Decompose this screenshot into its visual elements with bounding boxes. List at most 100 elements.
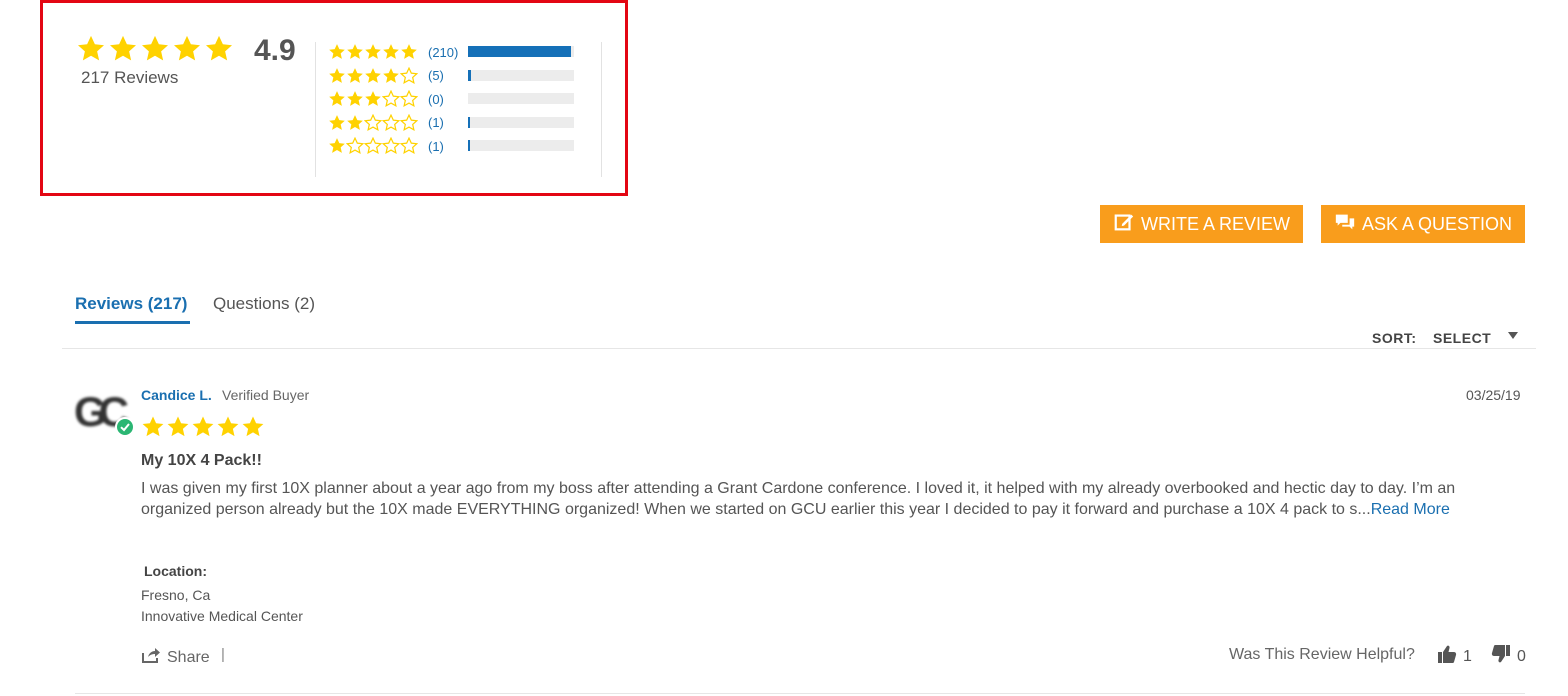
ask-question-button[interactable]: ASK A QUESTION <box>1321 205 1525 243</box>
star-empty-icon <box>400 113 418 131</box>
histogram-row-2-star[interactable]: (1) <box>328 113 588 133</box>
chat-icon <box>1334 211 1356 238</box>
star-empty-icon <box>382 90 400 108</box>
star-filled-icon <box>347 91 363 106</box>
histogram-row-1-star[interactable]: (1) <box>328 136 588 156</box>
star-filled-icon <box>110 35 136 61</box>
active-tab-indicator <box>75 321 190 324</box>
histogram-count: (1) <box>428 138 444 154</box>
chevron-down-icon[interactable] <box>1508 332 1518 339</box>
star-filled-icon <box>401 44 417 59</box>
review-body: I was given my first 10X planner about a… <box>141 478 1511 520</box>
star-filled-icon <box>365 67 381 83</box>
star-empty-icon <box>346 137 364 155</box>
total-reviews-count: 217 Reviews <box>81 68 179 87</box>
star-filled-icon <box>206 35 232 61</box>
share-label: Share <box>167 648 210 666</box>
star-filled-icon <box>383 67 399 83</box>
star-filled-icon <box>167 416 189 437</box>
summary-divider-right <box>601 42 602 177</box>
star-empty-icon <box>400 90 418 108</box>
share-separator: | <box>221 646 225 663</box>
thumbs-up-icon <box>1437 644 1457 669</box>
tab-questions[interactable]: Questions (2) <box>213 294 315 314</box>
star-filled-icon <box>142 35 168 61</box>
helpful-prompt: Was This Review Helpful? <box>1229 646 1415 663</box>
star-filled-icon <box>365 44 381 59</box>
star-filled-icon <box>329 67 345 83</box>
star-empty-icon <box>382 137 400 155</box>
section-divider <box>62 348 1536 349</box>
verified-buyer-label: Verified Buyer <box>222 387 310 403</box>
average-rating: 4.9 <box>254 34 296 67</box>
histogram-row-4-star[interactable]: (5) <box>328 66 588 86</box>
average-rating-stars <box>76 34 234 64</box>
tab-reviews[interactable]: Reviews (217) <box>75 294 187 314</box>
histogram-bar <box>468 93 574 104</box>
star-filled-icon <box>329 138 345 153</box>
histogram-row-3-star[interactable]: (0) <box>328 89 588 109</box>
star-empty-icon <box>364 113 382 131</box>
write-review-button[interactable]: WRITE A REVIEW <box>1100 205 1303 243</box>
histogram-bar-fill <box>468 46 571 57</box>
share-button[interactable]: Share <box>141 646 210 669</box>
review-date: 03/25/19 <box>1466 387 1521 403</box>
reviewer-name[interactable]: Candice L. <box>141 387 212 403</box>
star-filled-icon <box>174 35 200 61</box>
edit-icon <box>1113 211 1135 238</box>
avatar-initials: GC <box>74 388 129 435</box>
histogram-stars <box>328 90 422 108</box>
sort-select[interactable]: SELECT <box>1433 330 1491 346</box>
sort-label: SORT: <box>1372 330 1417 346</box>
star-filled-icon <box>192 416 214 437</box>
histogram-stars <box>328 113 422 132</box>
star-filled-icon <box>78 35 104 61</box>
star-empty-icon <box>364 137 382 155</box>
review-text: I was given my first 10X planner about a… <box>141 480 1456 518</box>
check-circle-icon <box>115 417 135 437</box>
histogram-bar <box>468 46 574 57</box>
ask-question-label: ASK A QUESTION <box>1361 213 1513 234</box>
write-review-label: WRITE A REVIEW <box>1140 213 1291 234</box>
review-divider <box>75 693 1525 694</box>
helpful-yes-button[interactable]: 1 <box>1437 644 1472 669</box>
histogram-row-5-star[interactable]: (210) <box>328 42 588 62</box>
histogram-stars <box>328 66 422 85</box>
histogram-count: (0) <box>428 91 444 107</box>
review-title: My 10X 4 Pack!! <box>141 452 262 469</box>
review-rating-stars <box>141 415 265 439</box>
histogram-bar <box>468 69 574 81</box>
star-filled-icon <box>217 416 239 437</box>
helpful-yes-count: 1 <box>1463 647 1472 665</box>
thumbs-down-icon <box>1491 644 1511 669</box>
helpful-no-count: 0 <box>1517 647 1526 665</box>
histogram-stars <box>328 43 422 61</box>
star-filled-icon <box>347 44 363 59</box>
star-filled-icon <box>329 91 345 106</box>
histogram-bar-fill <box>468 140 471 151</box>
histogram-bar <box>468 140 574 151</box>
star-filled-icon <box>329 44 345 59</box>
star-filled-icon <box>347 114 363 130</box>
star-filled-icon <box>142 416 164 437</box>
helpful-no-button[interactable]: 0 <box>1491 644 1526 669</box>
histogram-stars <box>328 137 422 155</box>
star-filled-icon <box>329 114 345 130</box>
histogram-count: (1) <box>428 115 444 130</box>
histogram-bar <box>468 116 574 128</box>
histogram-bar-fill <box>468 116 471 128</box>
read-more-link[interactable]: Read More <box>1371 501 1450 518</box>
histogram-bar-fill <box>468 69 472 81</box>
star-empty-icon <box>382 113 400 131</box>
location-organization: Innovative Medical Center <box>141 608 303 624</box>
star-filled-icon <box>347 67 363 83</box>
star-filled-icon <box>383 44 399 59</box>
avatar: GC <box>74 388 135 438</box>
star-empty-icon <box>400 137 418 155</box>
histogram-count: (5) <box>428 68 444 83</box>
summary-divider-left <box>315 42 316 177</box>
location-label: Location: <box>144 563 207 579</box>
location-city: Fresno, Ca <box>141 587 211 603</box>
star-empty-icon <box>400 66 418 84</box>
star-filled-icon <box>242 416 264 437</box>
